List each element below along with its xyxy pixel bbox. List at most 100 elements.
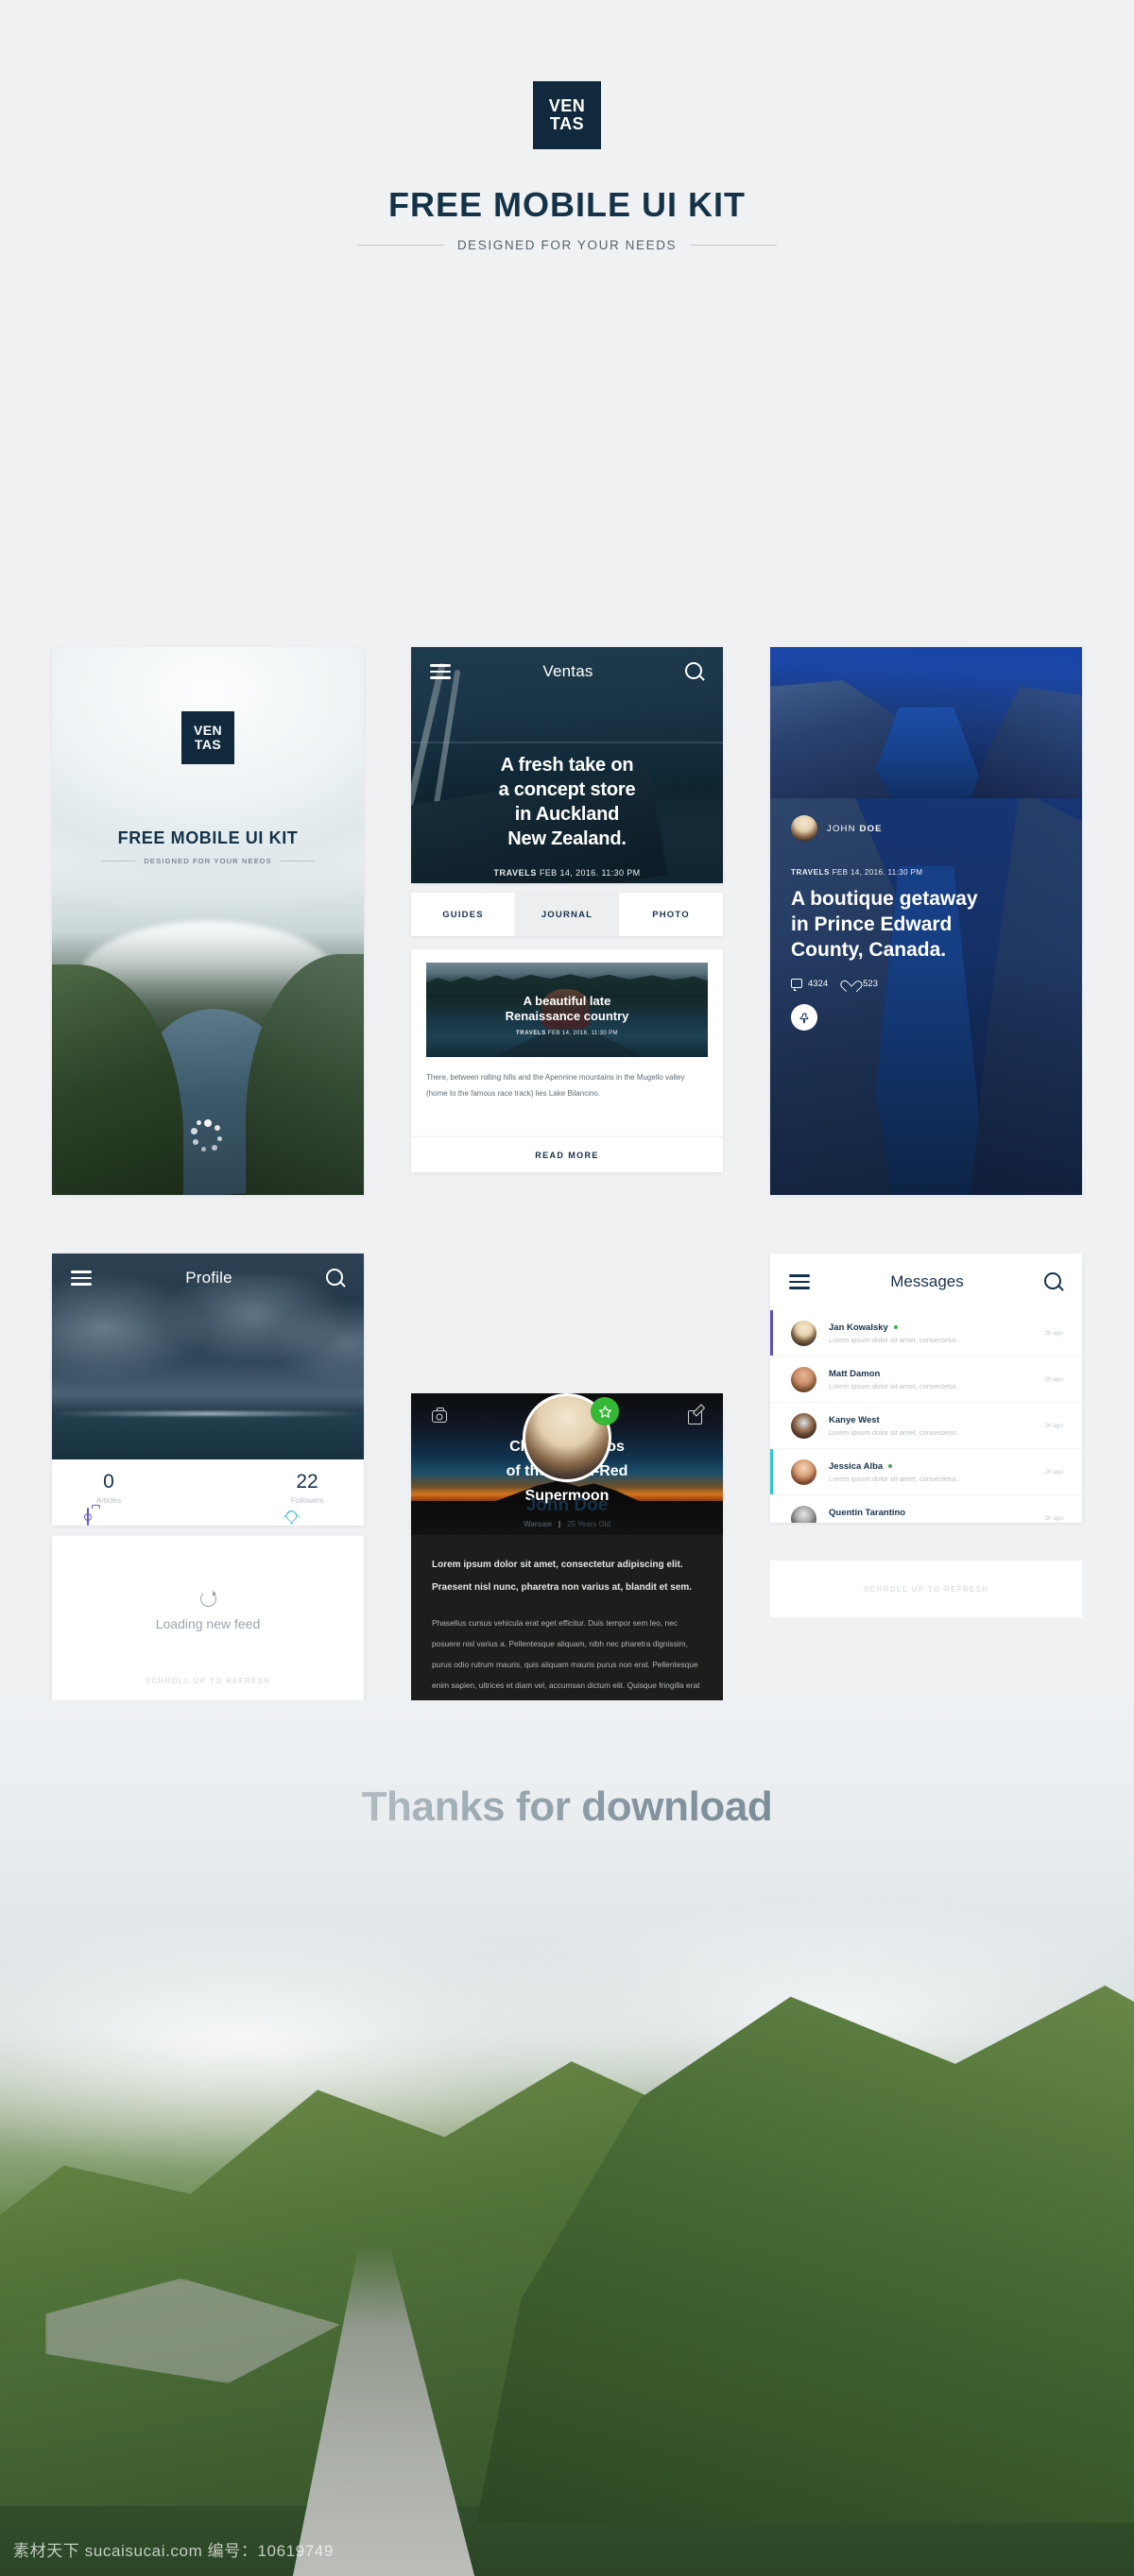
message-row[interactable]: Jessica Alba Lorem ipsum dolor sit amet,…: [770, 1449, 1082, 1495]
message-time: 2h ago: [1044, 1375, 1063, 1383]
brand-logo: VEN TAS: [533, 81, 601, 149]
feed-tabbar: GUIDES JOURNAL PHOTO: [411, 893, 723, 936]
pin-button[interactable]: [791, 1004, 817, 1031]
message-name-row: Matt Damon: [829, 1369, 1032, 1379]
profile-details: Warsaw | 25 Years Old: [524, 1520, 610, 1528]
cliff-photo-top: [770, 647, 1082, 798]
tab-photo[interactable]: PHOTO: [619, 893, 723, 936]
splash-subtitle: DESIGNED FOR YOUR NEEDS: [144, 857, 272, 865]
unread-bar: [770, 1449, 773, 1494]
message-text: Jan Kowalsky Lorem ipsum dolor sit amet,…: [829, 1322, 1032, 1344]
card-excerpt: There, between rolling hills and the Ape…: [426, 1073, 685, 1098]
hero-line-3: in Auckland: [514, 804, 620, 825]
author-first-name: JOHN: [827, 823, 856, 834]
pin-icon: [799, 1013, 808, 1023]
tab-journal[interactable]: JOURNAL: [515, 893, 619, 936]
message-row[interactable]: Matt Damon Lorem ipsum dolor sit amet, c…: [770, 1356, 1082, 1403]
heart-icon: [845, 978, 857, 989]
screen-getaway-top: [770, 647, 1082, 798]
message-text: Kanye West Lorem ipsum dolor sit amet, c…: [829, 1415, 1032, 1437]
search-icon[interactable]: [1043, 1272, 1063, 1291]
message-row[interactable]: Jan Kowalsky Lorem ipsum dolor sit amet,…: [770, 1310, 1082, 1356]
message-time: 2h ago: [1044, 1329, 1063, 1337]
avatar: [791, 815, 817, 842]
profile-camera-button[interactable]: [87, 1508, 89, 1526]
splash-rule-right: [280, 861, 315, 862]
loading-spinner-icon: [191, 1119, 225, 1153]
author-last-name: DOE: [859, 823, 883, 834]
brand-logo-line1: VEN: [548, 96, 586, 115]
camera-icon[interactable]: [432, 1407, 447, 1423]
unread-dot-icon: [888, 1464, 893, 1468]
message-name-row: Jessica Alba: [829, 1461, 1032, 1472]
feed-article-card[interactable]: A beautiful late Renaissance country TRA…: [411, 949, 723, 1136]
scroll-hint: SCHROLL UP TO REFRESH: [863, 1584, 989, 1594]
getaway-title-line3: County, Canada.: [791, 939, 947, 961]
message-sender: Jan Kowalsky: [829, 1322, 888, 1333]
message-row[interactable]: Kanye West Lorem ipsum dolor sit amet, c…: [770, 1403, 1082, 1449]
ui-kit-presentation: VEN TAS FREE MOBILE UI KIT DESIGNED FOR …: [0, 0, 1134, 2576]
comment-stat[interactable]: 4324: [791, 979, 828, 991]
unread-bar: [770, 1310, 773, 1356]
tab-guides[interactable]: GUIDES: [411, 893, 515, 936]
menu-icon[interactable]: [71, 1271, 92, 1286]
feed-app-title: Ventas: [542, 662, 593, 680]
edit-icon[interactable]: [688, 1410, 702, 1424]
verified-badge[interactable]: [591, 1397, 619, 1425]
star-icon: [598, 1405, 611, 1418]
message-name-row: Jan Kowalsky: [829, 1322, 1032, 1333]
avatar: [791, 1366, 816, 1392]
article-lead: Lorem ipsum dolor sit amet, consectetur …: [432, 1560, 693, 1593]
card-thumbnail: A beautiful late Renaissance country TRA…: [426, 963, 708, 1057]
profile-title: Profile: [185, 1269, 232, 1287]
splash-logo: VEN TAS: [181, 711, 234, 764]
brand-logo-line2: TAS: [549, 114, 585, 133]
hero-line-2: a concept store: [498, 779, 636, 800]
camera-icon: [87, 1508, 89, 1526]
message-text: Matt Damon Lorem ipsum dolor sit amet, c…: [829, 1369, 1032, 1390]
screen-feed-hero: Ventas A fresh take on a concept store i…: [411, 647, 723, 883]
getaway-stats: 4324 523: [791, 978, 1061, 991]
page-title: FREE MOBILE UI KIT: [388, 185, 746, 224]
splash-rule-left: [101, 861, 136, 862]
followers-count: 22: [296, 1471, 318, 1493]
message-snippet: Lorem ipsum dolor sit amet, consectetur.…: [829, 1335, 960, 1344]
avatar: [791, 1320, 816, 1346]
card-category: TRAVELS: [516, 1031, 546, 1036]
search-icon[interactable]: [326, 1269, 345, 1288]
watermark: 素材天下 sucaisucai.com 编号：10619749: [13, 2542, 334, 2560]
comment-icon: [791, 979, 802, 991]
avatar: [791, 1412, 816, 1439]
unread-bar: [770, 1403, 773, 1448]
search-icon[interactable]: [684, 662, 704, 681]
like-stat[interactable]: 523: [845, 978, 878, 989]
screen-getaway: JOHN DOE TRAVELS FEB 14, 2016. 11:30 PM …: [770, 798, 1082, 1195]
getaway-content: TRAVELS FEB 14, 2016. 11:30 PM A boutiqu…: [770, 868, 1082, 1031]
getaway-title-line1: A boutique getaway: [791, 888, 978, 910]
screen-splash: VEN TAS FREE MOBILE UI KIT DESIGNED FOR …: [52, 647, 364, 1195]
splash-title: FREE MOBILE UI KIT: [117, 828, 299, 847]
scroll-hint: SCHROLL UP TO REFRESH: [145, 1677, 271, 1685]
card-overlay-text: A beautiful late Renaissance country TRA…: [426, 994, 708, 1036]
page-footer: Thanks for download 素材天下 sucaisucai.com …: [0, 1700, 1134, 2576]
menu-icon[interactable]: [789, 1274, 810, 1289]
loading-text: Loading new feed: [155, 1616, 261, 1631]
hero-category: TRAVELS: [493, 868, 537, 878]
author-row[interactable]: JOHN DOE: [770, 798, 1082, 842]
messages-title: Messages: [890, 1272, 964, 1290]
avatar: [791, 1459, 816, 1485]
getaway-meta: TRAVELS FEB 14, 2016. 11:30 PM: [791, 868, 1061, 877]
getaway-category: TRAVELS: [791, 868, 830, 877]
message-snippet: Lorem ipsum dolor sit amet, consectetur.…: [829, 1381, 960, 1390]
card-meta: TRAVELS FEB 14, 2016. 11:30 PM: [426, 1031, 708, 1036]
profile-name: John Doe: [525, 1495, 609, 1515]
read-more-button[interactable]: READ MORE: [411, 1136, 723, 1172]
card-date: FEB 14, 2016. 11:30 PM: [547, 1031, 618, 1036]
profile-topbar: Profile: [52, 1254, 364, 1303]
profile-loading-panel: Loading new feed SCHROLL UP TO REFRESH: [52, 1535, 364, 1714]
menu-icon[interactable]: [430, 664, 451, 679]
hero-line-1: A fresh take on: [500, 755, 634, 776]
message-text: Jessica Alba Lorem ipsum dolor sit amet,…: [829, 1461, 1032, 1483]
card-title-line2: Renaissance country: [505, 1009, 629, 1023]
page-subtitle-wrap: DESIGNED FOR YOUR NEEDS: [0, 238, 1134, 252]
